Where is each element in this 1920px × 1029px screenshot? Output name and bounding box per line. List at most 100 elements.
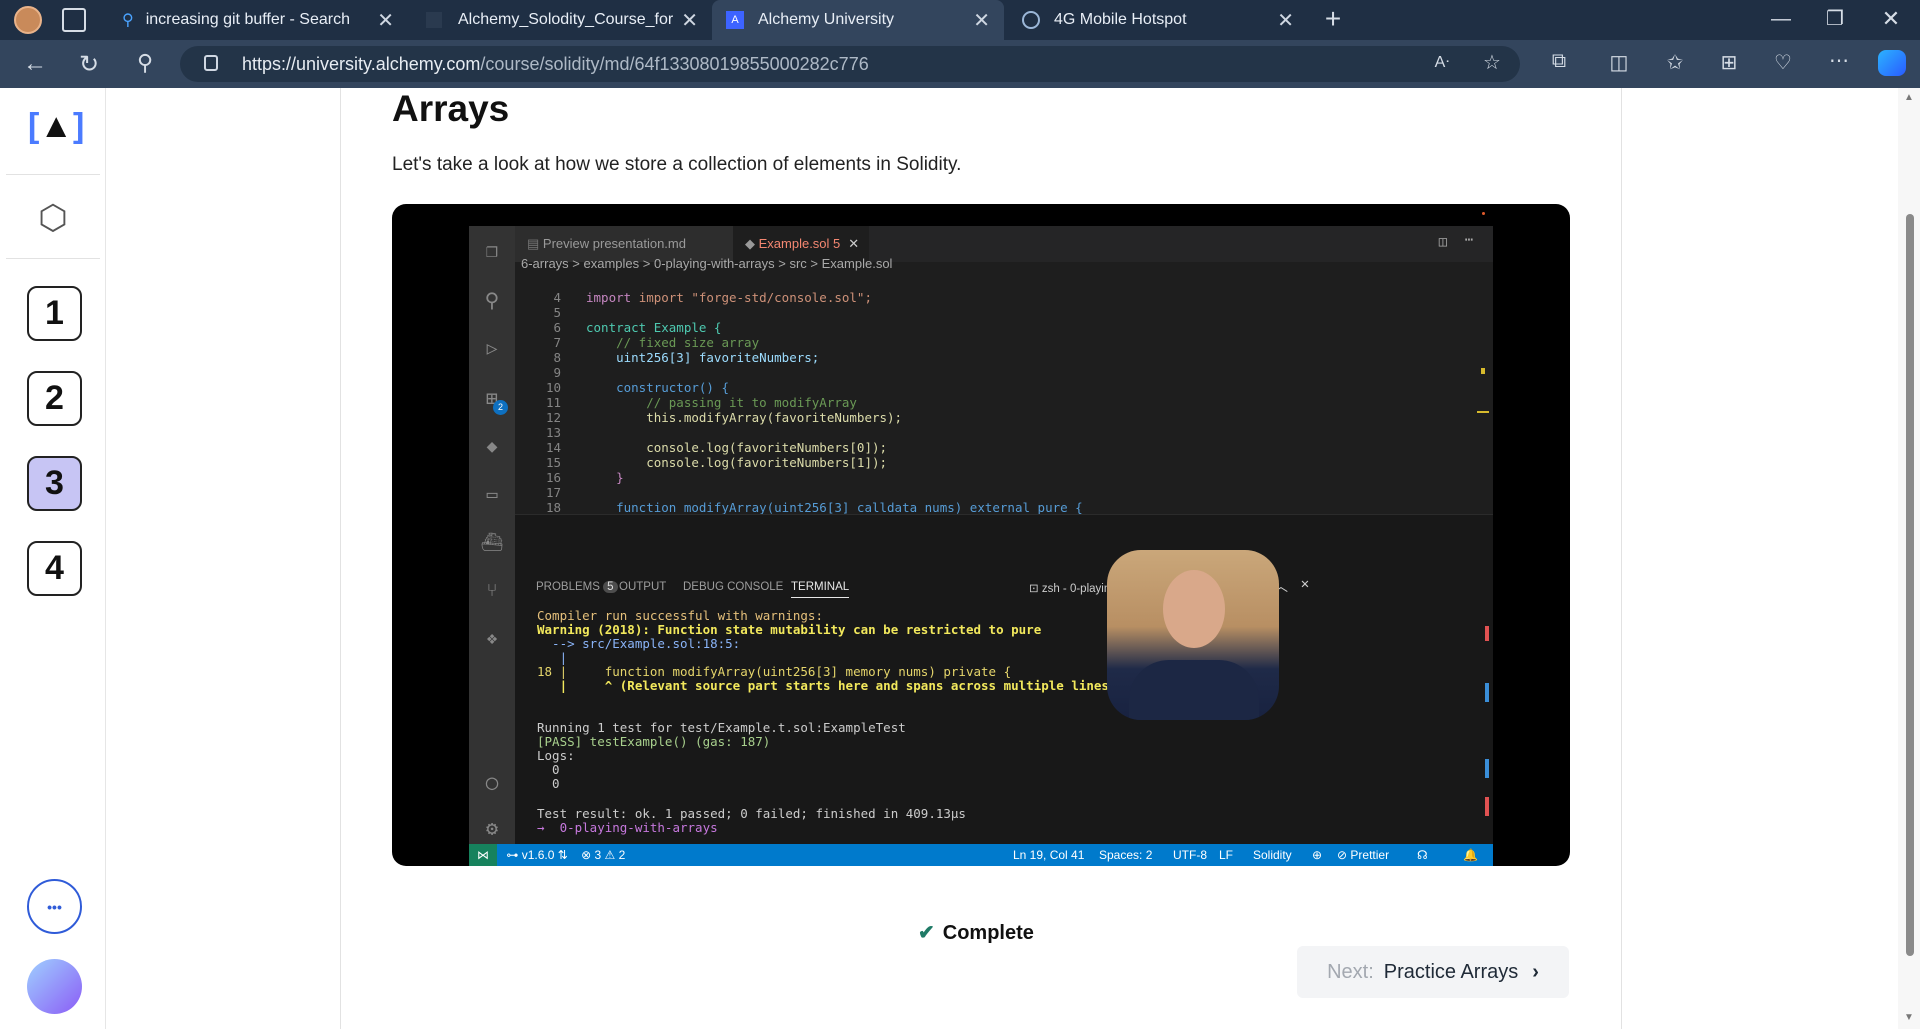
favorites-icon[interactable]: ✩	[1660, 50, 1690, 75]
close-icon[interactable]: ✕	[681, 8, 698, 33]
hexagon-logo-icon[interactable]: ⬡	[36, 198, 70, 238]
remote-indicator[interactable]: ⋈	[469, 844, 497, 866]
browser-essentials-icon[interactable]: ♡	[1768, 50, 1798, 75]
panel-tab-terminal[interactable]: TERMINAL	[791, 581, 850, 598]
scrollbar-thumb[interactable]	[1906, 214, 1914, 956]
profile-avatar[interactable]	[14, 6, 42, 34]
prettier-status[interactable]: ⊘ Prettier	[1337, 844, 1389, 866]
source-control-icon[interactable]: ⑂	[479, 580, 505, 601]
tab-label: 4G Mobile Hotspot	[1054, 11, 1187, 28]
tab-doc[interactable]: Alchemy_Solodity_Course_for_Bl ✕	[412, 0, 712, 40]
breadcrumb-item[interactable]: 6-arrays	[521, 256, 569, 271]
remote-explorer-icon[interactable]: ▭	[479, 484, 505, 505]
split-editor-icon[interactable]: ◫	[1433, 234, 1453, 250]
line-number: 11	[545, 395, 561, 410]
line-number: 4	[553, 290, 561, 305]
breadcrumb-item[interactable]: Example.sol	[822, 256, 893, 271]
panel-tab-problems[interactable]: PROBLEMS 5	[536, 581, 618, 593]
code-line: console.log(favoriteNumbers[1]);	[586, 455, 888, 470]
line-number: 7	[553, 335, 561, 350]
settings-gear-icon[interactable]: ⚙	[479, 816, 505, 840]
more-menu-icon[interactable]: ⋯	[1824, 48, 1854, 73]
page-scrollbar[interactable]: ▲ ▼	[1898, 88, 1920, 1029]
lesson-4-button[interactable]: 4	[27, 541, 82, 596]
line-number: 14	[545, 440, 561, 455]
end-of-line[interactable]: LF	[1219, 844, 1233, 866]
more-options-button[interactable]: •••	[27, 879, 82, 934]
explorer-icon[interactable]: ❐	[479, 238, 505, 262]
tab-actions-icon[interactable]	[62, 8, 86, 32]
new-tab-icon[interactable]: +	[1318, 4, 1348, 34]
code-line: }	[586, 470, 624, 485]
status-bar: ⋈ ⊶ v1.6.0 ⇅ ⊗ 3 ⚠ 2 Ln 19, Col 41 Space…	[469, 844, 1493, 866]
code-line: this.modifyArray(favoriteNumbers);	[586, 410, 903, 425]
branch-status[interactable]: ⊶ v1.6.0 ⇅	[506, 848, 567, 862]
alchemy-logo[interactable]: [▲]	[28, 106, 84, 146]
close-icon[interactable]: ✕	[1277, 8, 1294, 33]
language-mode[interactable]: Solidity	[1253, 844, 1292, 866]
indentation[interactable]: Spaces: 2	[1099, 844, 1152, 866]
lesson-1-button[interactable]: 1	[27, 286, 82, 341]
line-number: 15	[545, 455, 561, 470]
figma-icon[interactable]: ❖	[479, 628, 505, 649]
terminal-prompt[interactable]: → 0-playing-with-arrays	[537, 820, 725, 835]
breadcrumb-item[interactable]: src	[789, 256, 806, 271]
terminal-line: 0	[537, 776, 560, 791]
search-icon[interactable]: ⚲	[130, 50, 160, 76]
lesson-video[interactable]: ❐ ⚲ ▷ ⊞ 2 ◆ ▭ ⛴ ⑂ ❖ ◯ ⚙ ▤ Preview presen…	[392, 204, 1570, 866]
terminal-line: [PASS] testExample() (gas: 187)	[537, 734, 771, 749]
terraform-icon[interactable]: ◆	[479, 436, 505, 457]
panel-tab-output[interactable]: OUTPUT	[619, 581, 666, 593]
code-line: contract Example {	[586, 320, 722, 335]
cursor-position[interactable]: Ln 19, Col 41	[1013, 844, 1084, 866]
search-icon[interactable]: ⚲	[479, 288, 505, 312]
accounts-icon[interactable]: ◯	[479, 770, 505, 794]
copilot-status-icon[interactable]: ⊕	[1312, 844, 1322, 866]
tab-search[interactable]: ⚲ increasing git buffer - Search ✕	[108, 0, 408, 40]
close-icon[interactable]: ✕	[973, 8, 990, 33]
back-icon[interactable]: ←	[20, 50, 50, 78]
breadcrumb-item[interactable]: 0-playing-with-arrays	[654, 256, 775, 271]
next-lesson-button[interactable]: Next: Practice Arrays ›	[1297, 946, 1569, 998]
notifications-icon[interactable]: 🔔	[1463, 844, 1478, 866]
minimap-marker	[1481, 368, 1485, 374]
refresh-icon[interactable]: ↻	[74, 50, 104, 79]
panel-tab-label: PROBLEMS	[536, 581, 600, 593]
read-aloud-icon[interactable]: Aᐧ	[1430, 52, 1454, 72]
address-bar[interactable]: https://university.alchemy.com/course/so…	[180, 46, 1520, 82]
line-number: 12	[545, 410, 561, 425]
encoding[interactable]: UTF-8	[1173, 844, 1207, 866]
terminal-line: Logs:	[537, 748, 575, 763]
feedback-icon[interactable]: ☊	[1417, 844, 1428, 866]
scroll-down-icon[interactable]: ▼	[1904, 1012, 1914, 1023]
course-sidebar: [▲] ⬡ 1 2 3 4 •••	[0, 88, 106, 1029]
favorite-star-icon[interactable]: ☆	[1480, 50, 1504, 75]
collections-icon[interactable]: ⊞	[1714, 50, 1744, 75]
page-intro: Let's take a look at how we store a coll…	[392, 154, 962, 175]
user-avatar[interactable]	[27, 959, 82, 1014]
close-icon[interactable]: ✕	[848, 236, 859, 251]
tab-hotspot[interactable]: 4G Mobile Hotspot ✕	[1008, 0, 1308, 40]
minimize-icon[interactable]: —	[1766, 8, 1796, 31]
breadcrumb-item[interactable]: examples	[584, 256, 640, 271]
lesson-3-button[interactable]: 3	[27, 456, 82, 511]
run-debug-icon[interactable]: ▷	[479, 338, 505, 359]
more-actions-icon[interactable]: ⋯	[1459, 232, 1479, 248]
tab-alchemy[interactable]: A Alchemy University ✕	[712, 0, 1004, 40]
restore-icon[interactable]: ❐	[1820, 6, 1850, 31]
split-screen-icon[interactable]: ◫	[1604, 50, 1634, 75]
line-number: 9	[553, 365, 561, 380]
close-window-icon[interactable]: ✕	[1876, 6, 1906, 32]
extensions-icon[interactable]: ⧉	[1544, 50, 1574, 73]
panel-tab-debug-console[interactable]: DEBUG CONSOLE	[683, 581, 783, 593]
close-panel-icon[interactable]: ✕	[1295, 576, 1315, 592]
docker-icon[interactable]: ⛴	[479, 532, 505, 553]
lesson-2-button[interactable]: 2	[27, 371, 82, 426]
close-icon[interactable]: ✕	[377, 8, 394, 33]
copilot-icon[interactable]	[1878, 50, 1906, 76]
line-number: 17	[545, 485, 561, 500]
scroll-up-icon[interactable]: ▲	[1904, 92, 1914, 103]
terminal-icon: ⊡	[1029, 583, 1042, 595]
problems-status[interactable]: ⊗ 3 ⚠ 2	[581, 848, 625, 862]
terminal-line: |	[537, 650, 568, 665]
